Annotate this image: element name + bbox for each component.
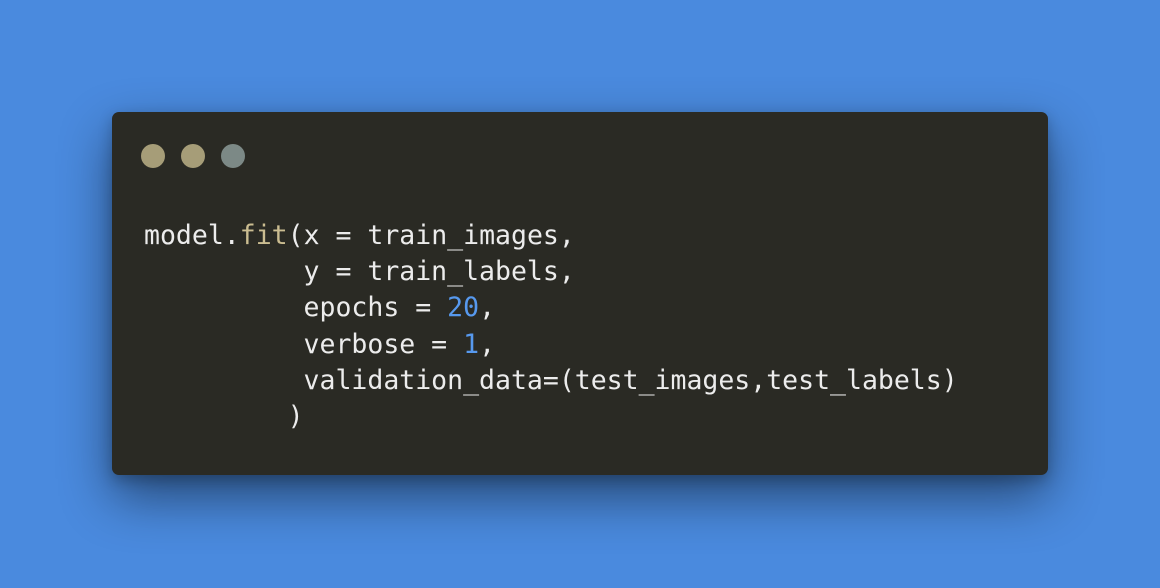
code-epochs-suffix: ,	[479, 292, 496, 324]
code-block: model.fit(x = train_images, y = train_la…	[144, 218, 958, 435]
code-verbose-suffix: ,	[479, 328, 496, 360]
code-line-6: )	[144, 399, 958, 435]
minimize-window-dot[interactable]	[181, 144, 205, 168]
code-dot: .	[223, 220, 240, 251]
code-function-fit: fit	[239, 220, 288, 251]
code-line-4: verbose = 1,	[144, 327, 958, 363]
code-closing-paren: )	[144, 400, 304, 432]
code-window: model.fit(x = train_images, y = train_la…	[112, 112, 1048, 475]
code-object-model: model	[144, 220, 224, 251]
code-line-1: model.fit(x = train_images,	[144, 218, 958, 254]
code-line-5: validation_data=(test_images,test_labels…	[144, 363, 958, 399]
code-line-2: y = train_labels,	[144, 254, 958, 290]
code-line-3: epochs = 20,	[144, 290, 958, 326]
code-validation-data: validation_data=(test_images,test_labels…	[144, 364, 958, 396]
code-args-x: (x = train_images,	[287, 220, 575, 251]
code-epochs-number: 20	[447, 292, 480, 324]
code-args-y: y = train_labels,	[144, 256, 575, 288]
code-verbose-number: 1	[463, 328, 480, 360]
window-controls	[141, 144, 245, 168]
code-verbose-prefix: verbose =	[144, 328, 464, 360]
close-window-dot[interactable]	[141, 144, 165, 168]
code-epochs-prefix: epochs =	[144, 292, 448, 324]
zoom-window-dot[interactable]	[221, 144, 245, 168]
